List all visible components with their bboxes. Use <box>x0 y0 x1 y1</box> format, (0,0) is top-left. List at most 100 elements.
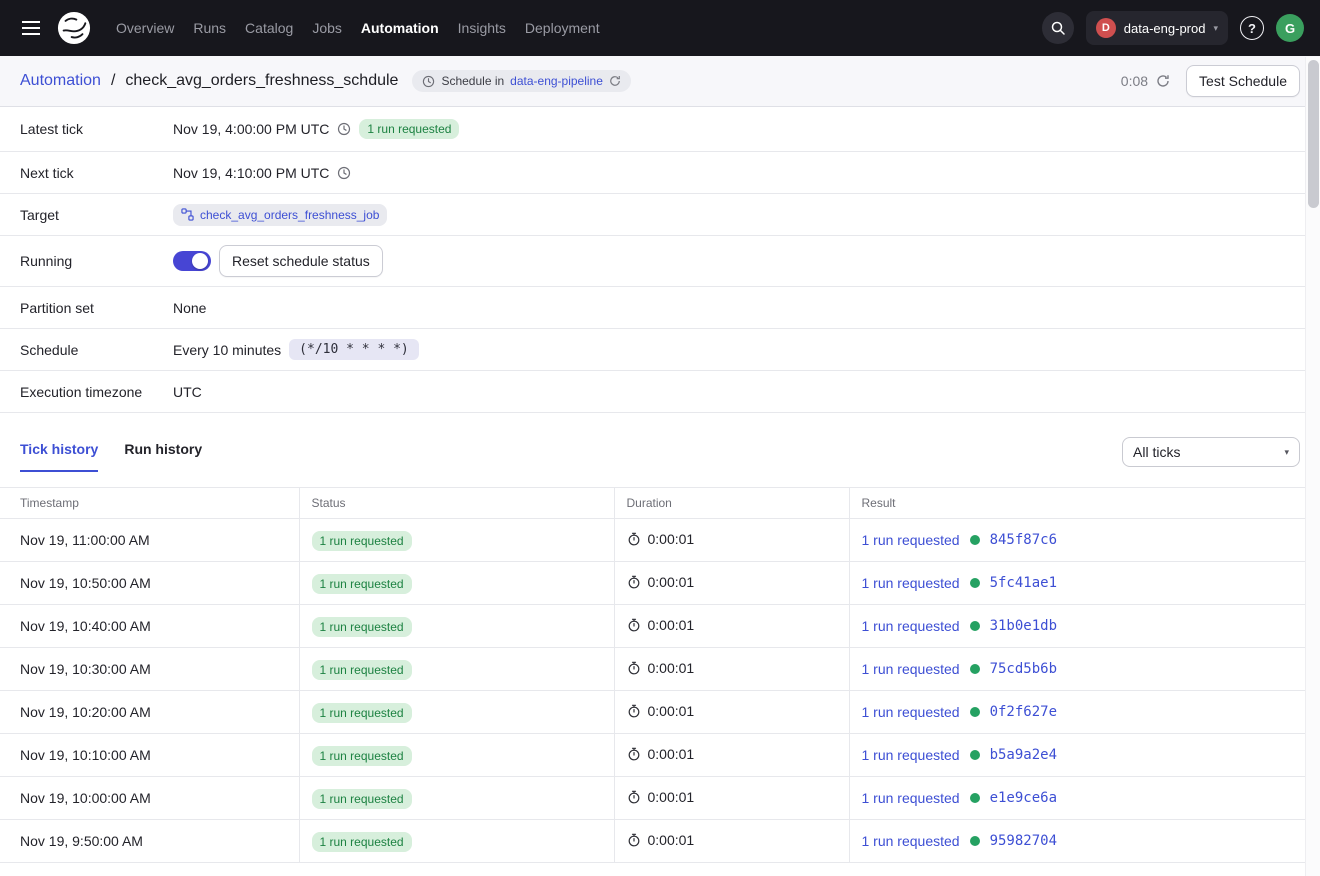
page-title: check_avg_orders_freshness_schdule <box>125 72 398 90</box>
tick-duration-cell: 0:00:01 <box>614 648 849 691</box>
status-badge: 1 run requested <box>312 531 412 551</box>
run-id-link[interactable]: 31b0e1db <box>990 618 1057 634</box>
run-id-link[interactable]: 95982704 <box>990 833 1057 849</box>
detail-row-target: Target check_avg_orders_freshness_job <box>0 194 1320 236</box>
run-status-dot <box>970 621 980 631</box>
tick-timestamp: Nov 19, 10:50:00 AM <box>0 562 299 605</box>
tick-duration: 0:00:01 <box>648 832 695 848</box>
clock-icon <box>337 122 351 136</box>
test-schedule-button[interactable]: Test Schedule <box>1186 65 1300 97</box>
deployment-selector[interactable]: D data-eng-prod <box>1086 11 1228 45</box>
hamburger-icon <box>22 27 40 29</box>
tick-result-cell: 1 run requested 95982704 <box>849 820 1320 863</box>
target-job-link[interactable]: check_avg_orders_freshness_job <box>200 208 379 222</box>
refresh-countdown: 0:08 <box>1121 73 1148 89</box>
tick-status-cell: 1 run requested <box>299 605 614 648</box>
nav-overview[interactable]: Overview <box>116 20 174 36</box>
stopwatch-icon <box>627 833 641 847</box>
tab-run-history[interactable]: Run history <box>124 441 202 472</box>
nav-runs[interactable]: Runs <box>193 20 226 36</box>
run-id-link[interactable]: 5fc41ae1 <box>990 575 1057 591</box>
run-requested-link[interactable]: 1 run requested <box>862 532 960 548</box>
table-row: Nov 19, 10:30:00 AM 1 run requested 0:00… <box>0 648 1320 691</box>
history-header: Tick history Run history All ticks <box>0 413 1320 475</box>
tick-status-cell: 1 run requested <box>299 820 614 863</box>
page-header: Automation / check_avg_orders_freshness_… <box>0 56 1320 107</box>
next-tick-value: Nov 19, 4:10:00 PM UTC <box>173 165 329 181</box>
reset-schedule-status-button[interactable]: Reset schedule status <box>219 245 383 277</box>
status-badge: 1 run requested <box>312 832 412 852</box>
run-requested-link[interactable]: 1 run requested <box>862 661 960 677</box>
column-timestamp: Timestamp <box>0 488 299 519</box>
chevron-down-icon <box>1284 447 1289 458</box>
run-requested-link[interactable]: 1 run requested <box>862 618 960 634</box>
tick-duration: 0:00:01 <box>648 746 695 762</box>
refresh-button[interactable] <box>1156 74 1170 88</box>
chevron-down-icon <box>1213 23 1218 34</box>
schedule-context-badge: Schedule in data-eng-pipeline <box>412 70 630 92</box>
tick-duration-cell: 0:00:01 <box>614 562 849 605</box>
run-id-link[interactable]: 845f87c6 <box>990 532 1057 548</box>
nav-jobs[interactable]: Jobs <box>312 20 342 36</box>
nav-deployment[interactable]: Deployment <box>525 20 600 36</box>
detail-row-next-tick: Next tick Nov 19, 4:10:00 PM UTC <box>0 152 1320 194</box>
run-status-dot <box>970 750 980 760</box>
run-id-link[interactable]: 0f2f627e <box>990 704 1057 720</box>
user-avatar[interactable]: G <box>1276 14 1304 42</box>
tick-status-cell: 1 run requested <box>299 734 614 777</box>
stopwatch-icon <box>627 790 641 804</box>
schedule-details: Latest tick Nov 19, 4:00:00 PM UTC 1 run… <box>0 107 1320 413</box>
tick-result-cell: 1 run requested 31b0e1db <box>849 605 1320 648</box>
column-result: Result <box>849 488 1320 519</box>
run-requested-link[interactable]: 1 run requested <box>862 575 960 591</box>
nav-insights[interactable]: Insights <box>458 20 506 36</box>
nav-automation[interactable]: Automation <box>361 20 439 36</box>
run-id-link[interactable]: e1e9ce6a <box>990 790 1057 806</box>
tick-duration-cell: 0:00:01 <box>614 519 849 562</box>
tick-duration: 0:00:01 <box>648 531 695 547</box>
run-id-link[interactable]: b5a9a2e4 <box>990 747 1057 763</box>
stopwatch-icon <box>627 747 641 761</box>
run-requested-link[interactable]: 1 run requested <box>862 704 960 720</box>
deployment-badge: D <box>1096 18 1116 38</box>
tick-duration: 0:00:01 <box>648 617 695 633</box>
tick-timestamp: Nov 19, 10:30:00 AM <box>0 648 299 691</box>
scrollbar[interactable] <box>1305 57 1320 876</box>
table-row: Nov 19, 10:40:00 AM 1 run requested 0:00… <box>0 605 1320 648</box>
breadcrumb-automation-link[interactable]: Automation <box>20 72 101 90</box>
reload-location-icon[interactable] <box>609 75 621 87</box>
execution-timezone-value: UTC <box>173 384 202 400</box>
tick-history-body: Nov 19, 11:00:00 AM 1 run requested 0:00… <box>0 519 1320 863</box>
main-nav: Overview Runs Catalog Jobs Automation In… <box>116 20 600 36</box>
pipeline-link[interactable]: data-eng-pipeline <box>510 74 603 88</box>
schedule-value: Every 10 minutes <box>173 342 281 358</box>
tick-timestamp: Nov 19, 10:40:00 AM <box>0 605 299 648</box>
dagster-logo[interactable] <box>56 10 92 46</box>
menu-button[interactable] <box>16 13 46 43</box>
status-badge: 1 run requested <box>312 660 412 680</box>
run-requested-link[interactable]: 1 run requested <box>862 790 960 806</box>
target-job-pill[interactable]: check_avg_orders_freshness_job <box>173 204 387 226</box>
clock-icon <box>337 166 351 180</box>
tick-duration-cell: 0:00:01 <box>614 691 849 734</box>
status-badge: 1 run requested <box>312 789 412 809</box>
run-requested-link[interactable]: 1 run requested <box>862 833 960 849</box>
run-status-dot <box>970 578 980 588</box>
tick-result-cell: 1 run requested 5fc41ae1 <box>849 562 1320 605</box>
run-requested-link[interactable]: 1 run requested <box>862 747 960 763</box>
run-id-link[interactable]: 75cd5b6b <box>990 661 1057 677</box>
ticks-filter-select[interactable]: All ticks <box>1122 437 1300 467</box>
nav-catalog[interactable]: Catalog <box>245 20 293 36</box>
search-button[interactable] <box>1042 12 1074 44</box>
toggle-knob <box>192 253 208 269</box>
running-toggle[interactable] <box>173 251 211 271</box>
tick-duration-cell: 0:00:01 <box>614 734 849 777</box>
help-button[interactable] <box>1240 16 1264 40</box>
breadcrumb-separator: / <box>111 72 115 90</box>
column-duration: Duration <box>614 488 849 519</box>
tab-tick-history[interactable]: Tick history <box>20 441 98 472</box>
table-row: Nov 19, 10:50:00 AM 1 run requested 0:00… <box>0 562 1320 605</box>
scrollbar-thumb[interactable] <box>1308 60 1319 208</box>
tick-status-cell: 1 run requested <box>299 777 614 820</box>
next-tick-label: Next tick <box>20 165 173 181</box>
